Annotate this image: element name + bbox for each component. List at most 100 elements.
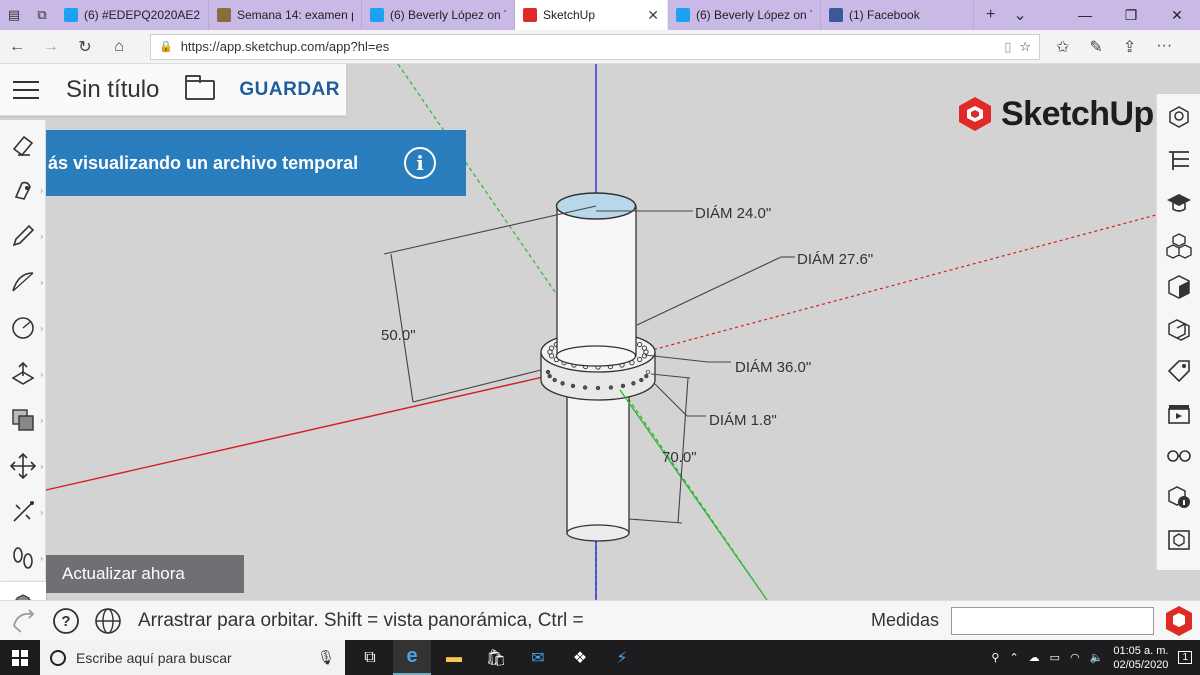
windows-start-icon[interactable] [0,649,40,666]
battery-icon[interactable]: ▭ [1050,651,1060,664]
sketchup-small-logo-icon[interactable] [1164,605,1194,637]
folder-icon[interactable] [185,74,216,100]
cortana-circle-icon [50,649,66,666]
page-icon [217,8,231,22]
file-explorer-icon[interactable]: ▬ [435,640,473,675]
tab-preview-icon[interactable]: ▤ [0,0,28,30]
push-pull-tool[interactable]: › [0,352,46,396]
browser-tab[interactable]: (6) #EDEPQ2020AE21 - [56,0,209,30]
tape-measure-tool[interactable]: › [0,490,46,534]
entity-info-tool[interactable] [1157,96,1200,138]
clock[interactable]: 01:05 a. m. 02/05/2020 [1113,644,1168,672]
tray-chevron-icon[interactable]: ⌃ [1009,651,1018,664]
taskbar-search-placeholder: Escribe aquí para buscar [76,649,232,666]
back-button[interactable]: ← [0,38,34,56]
help-icon[interactable]: ? [48,606,84,636]
styles-tool[interactable] [1157,308,1200,350]
update-now-button[interactable]: Actualizar ahora [46,555,244,593]
display-tool[interactable] [1157,434,1200,476]
more-icon[interactable]: ··· [1156,37,1172,57]
bolt-hole [595,385,601,391]
sketchup-logo-text: SketchUp [1001,94,1154,133]
share-icon[interactable]: ⇪ [1123,37,1136,57]
onedrive-cloud-icon[interactable]: ☁ [1029,651,1040,664]
address-bar: ← → ↻ ⌂ 🔒 https://app.sketchup.com/app?h… [0,30,1200,64]
document-title[interactable]: Sin título [66,76,159,104]
temporary-file-notice: ás visualizando un archivo temporal i [46,130,466,196]
browser-tab[interactable]: (1) Facebook [821,0,974,30]
favorites-icon[interactable]: ✩ [1056,37,1069,57]
notes-pen-icon[interactable]: ✎ [1089,37,1102,57]
model-info-tool[interactable] [1157,476,1200,518]
forward-button[interactable]: → [34,38,68,56]
info-icon[interactable]: i [404,147,436,179]
instructor-tool[interactable] [1157,182,1200,224]
url-field[interactable]: 🔒 https://app.sketchup.com/app?hl=es ▯ ☆ [150,33,1040,60]
notification-center-icon[interactable]: 1 [1178,651,1192,664]
url-text: https://app.sketchup.com/app?hl=es [180,39,390,54]
materials-tool[interactable] [1157,266,1200,308]
clock-time: 01:05 a. m. [1113,644,1169,657]
tab-list-chevron-icon[interactable]: ⌄ [1013,5,1026,25]
refresh-button[interactable]: ↻ [68,37,102,57]
bolt-hole [639,377,644,383]
move-tool[interactable]: › [0,444,46,488]
task-view-icon[interactable]: ⧉ [351,640,389,675]
3d-warehouse-tool[interactable] [1157,518,1200,560]
components-tool[interactable] [1157,224,1200,266]
circle-tool[interactable]: › [0,306,46,350]
globe-icon[interactable] [90,606,126,636]
microphone-icon[interactable]: 🎙 [317,649,335,666]
close-tab-icon[interactable]: ✕ [647,7,659,24]
offset-icon [12,409,34,431]
home-button[interactable]: ⌂ [102,38,136,56]
arc-icon [12,272,34,292]
measurements-input[interactable] [951,607,1154,635]
bolt-hole [582,385,588,390]
bolt-hole [547,373,552,379]
hamburger-menu-icon[interactable] [0,80,52,99]
store-icon[interactable]: 🛍 [477,640,515,675]
tag-icon [1167,360,1190,383]
lock-icon: 🔒 [159,41,173,53]
outliner-tool[interactable] [1157,140,1200,182]
browser-tab[interactable]: Semana 14: examen pa [209,0,362,30]
volume-icon[interactable]: 🔈 [1090,651,1104,664]
wifi-icon[interactable]: ◠ [1070,651,1080,664]
reading-view-icon[interactable]: ▯ [1004,39,1011,55]
browser-tab[interactable]: (6) Beverly López on Tw [362,0,515,30]
offset-tool[interactable]: › [0,398,46,442]
scenes-tool[interactable] [1157,392,1200,434]
bolt-hole [608,385,614,390]
clapperboard-icon [1168,405,1190,424]
save-button[interactable]: GUARDAR [239,79,340,101]
restore-button[interactable]: ❐ [1108,0,1154,30]
set-aside-tabs-icon[interactable]: ⧉ [28,0,56,30]
favorite-star-icon[interactable]: ☆ [1019,39,1031,55]
tags-tool[interactable] [1157,350,1200,392]
graduation-cap-icon [1167,194,1191,212]
twitter-icon [64,8,78,22]
taskbar-search[interactable]: Escribe aquí para buscar 🎙 [40,640,345,675]
new-tab-button[interactable]: + [986,6,995,24]
vs-code-icon[interactable]: ⚡ [603,640,641,675]
status-hint-text: Arrastrar para orbitar. Shift = vista pa… [138,609,584,631]
push-pull-icon [11,361,35,385]
pencil-tool[interactable]: › [0,214,46,258]
svg-text:?: ? [61,613,70,630]
windows-taskbar: Escribe aquí para buscar 🎙 ⧉ e ▬ 🛍 ✉ ❖ ⚡… [0,640,1200,675]
dropbox-icon[interactable]: ❖ [561,640,599,675]
pencil-icon [12,224,35,247]
people-icon[interactable]: ⚲ [991,651,999,664]
eraser-tool[interactable] [0,124,46,168]
arc-tool[interactable]: › [0,260,46,304]
browser-tab[interactable]: SketchUp ✕ [515,0,668,30]
walk-tool[interactable]: › [0,536,46,580]
close-window-button[interactable]: ✕ [1154,0,1200,30]
paint-bucket-tool[interactable]: › [0,168,46,212]
mail-icon[interactable]: ✉ [519,640,557,675]
minimize-button[interactable]: — [1062,0,1108,30]
tab-title: SketchUp [543,8,596,22]
browser-tab[interactable]: (6) Beverly López on Tw [668,0,821,30]
edge-browser-icon[interactable]: e [393,640,431,675]
